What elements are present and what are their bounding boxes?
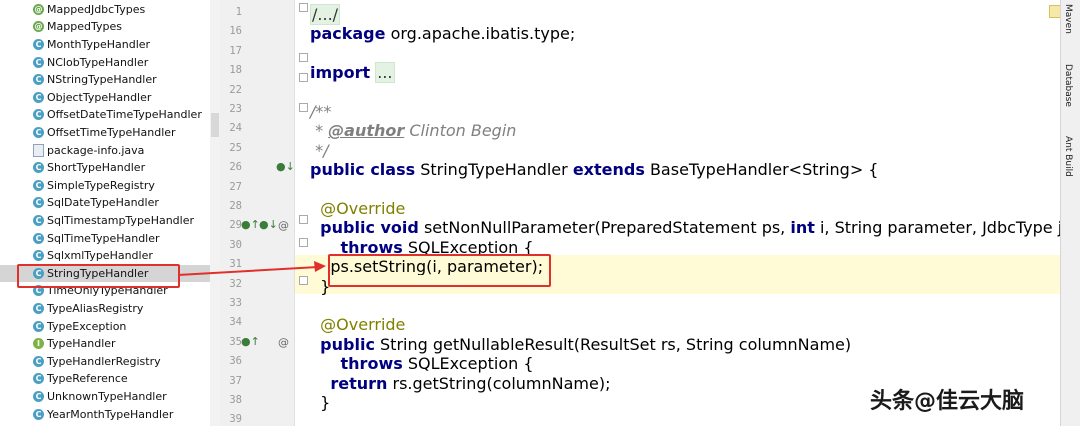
annotation-arrow: [177, 261, 326, 276]
fold-toggle-icon[interactable]: [299, 276, 308, 285]
watermark: 头条@佳云大脑: [870, 389, 1025, 414]
fold-toggle-icon[interactable]: [299, 53, 308, 62]
fold-toggle-icon[interactable]: [299, 103, 308, 112]
fold-toggle-icon[interactable]: [299, 3, 308, 12]
fold-toggle-icon[interactable]: [299, 238, 308, 247]
fold-toggle-icon[interactable]: [299, 215, 308, 224]
fold-toggle-icon[interactable]: [299, 73, 308, 82]
